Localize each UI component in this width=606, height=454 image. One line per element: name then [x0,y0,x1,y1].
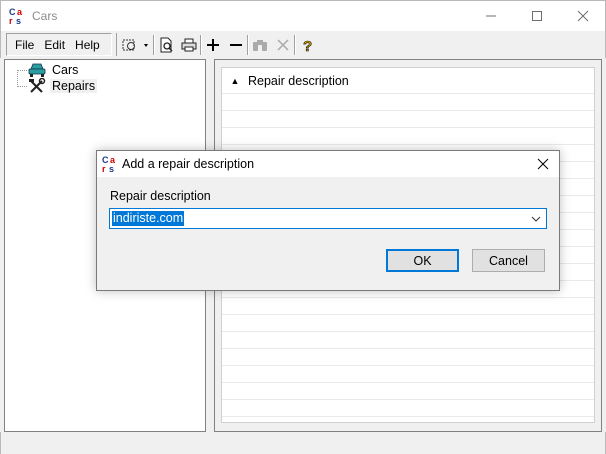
remove-button[interactable] [224,34,247,56]
column-header-repair-description[interactable]: Repair description [248,74,349,88]
delete-icon [276,38,289,51]
svg-text:s: s [109,164,114,173]
cars-app-icon: C a r s [102,155,116,173]
cars-app-icon: C a r s [9,7,23,25]
find-icon [252,39,267,51]
svg-text:?: ? [303,38,312,53]
menu-bar: File Edit Help [6,33,112,56]
grid-row [222,383,594,400]
minimize-button[interactable] [468,1,514,31]
print-preview-button[interactable] [154,34,177,56]
repair-description-combobox[interactable]: indiriste.com [109,208,547,229]
print-preview-icon [160,37,173,52]
tools-icon [28,78,46,94]
grid-row [222,366,594,383]
grid-row [222,128,594,145]
svg-text:r: r [9,16,13,25]
menu-edit[interactable]: Edit [39,38,70,52]
tree-item-label: Repairs [50,79,98,93]
add-button[interactable] [201,34,224,56]
title-bar: C a r s Cars [0,0,606,31]
menu-file[interactable]: File [10,38,39,52]
grid-row [222,315,594,332]
maximize-button[interactable] [514,1,560,31]
print-icon [181,38,196,51]
tree-item-repairs[interactable]: Repairs [15,78,98,94]
print-button[interactable] [177,34,200,56]
grid-header[interactable]: ▲ Repair description [222,68,594,94]
help-icon: ? [302,37,312,53]
tree-item-label: Cars [52,63,79,77]
ok-button[interactable]: OK [386,249,459,272]
grid-row [222,111,594,128]
maximize-icon [532,11,542,21]
find-button[interactable] [248,34,271,56]
tree-item-cars[interactable]: Cars [15,62,80,78]
repair-description-label: Repair description [110,189,211,203]
chevron-down-icon[interactable] [528,211,544,227]
grid-row [222,298,594,315]
minimize-icon [486,15,496,17]
grid-row [222,400,594,417]
grid-row [222,94,594,111]
toolbar: ? [116,33,318,56]
status-bar [0,432,606,454]
close-icon [577,10,589,22]
repair-description-value[interactable]: indiriste.com [112,211,185,226]
dialog-close-button[interactable] [527,152,559,176]
svg-text:s: s [16,16,21,25]
menu-toolbar-row: File Edit Help ? [0,31,606,58]
car-icon [28,62,46,78]
add-icon [206,38,219,51]
gear-dropdown-icon [122,39,148,50]
add-repair-dialog: C a r s Add a repair description Repair … [96,150,560,291]
dialog-title-bar: C a r s Add a repair description [97,151,559,177]
delete-button[interactable] [271,34,294,56]
close-icon [537,158,549,170]
grid-row [222,332,594,349]
window-title: Cars [32,9,58,23]
options-dropdown-button[interactable] [117,34,153,56]
help-button[interactable]: ? [295,34,318,56]
sort-ascending-icon: ▲ [230,75,240,86]
remove-icon [229,43,242,46]
cancel-button[interactable]: Cancel [472,249,545,272]
menu-help[interactable]: Help [70,38,105,52]
dialog-title: Add a repair description [122,157,255,171]
svg-text:r: r [102,164,106,173]
close-button[interactable] [560,1,606,31]
grid-row [222,349,594,366]
